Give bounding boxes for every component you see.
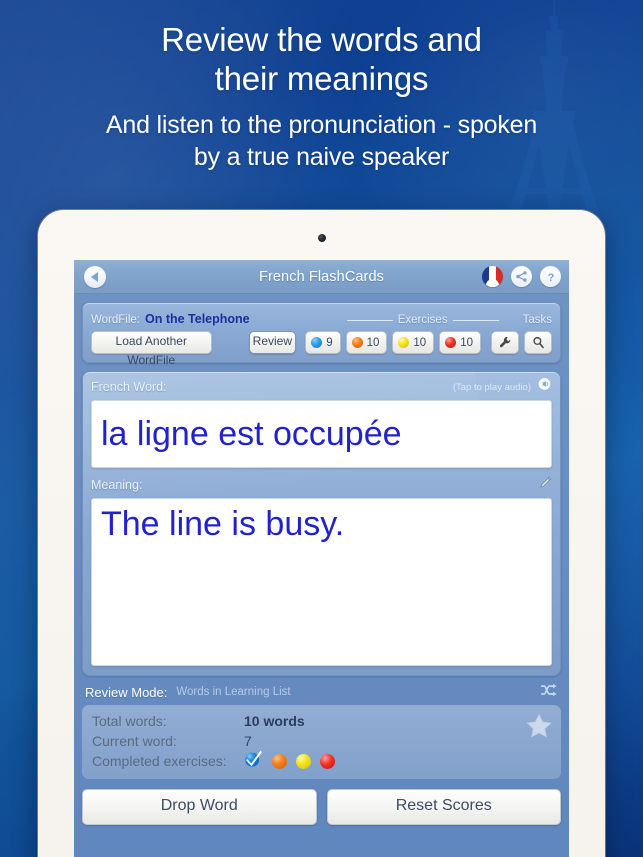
share-icon[interactable] (511, 266, 532, 287)
audio-hint: (Tap to play audio) (452, 381, 531, 393)
exercises-label: Exercises (397, 314, 448, 326)
total-words-row: Total words: 10 words (92, 711, 551, 731)
back-button[interactable] (84, 265, 106, 288)
app-body: WordFile: On the Telephone Exercises Tas… (74, 294, 569, 857)
action-button-row: Drop Word Reset Scores (82, 789, 561, 825)
total-words-value: 10 words (244, 713, 305, 729)
tablet-device: French FlashCards ? WordFile: On the Tel… (38, 210, 605, 857)
help-icon[interactable]: ? (540, 266, 561, 287)
exercise-score-blue[interactable]: 9 (305, 331, 341, 354)
yellow-dot-icon (296, 753, 311, 769)
meaning-field[interactable]: The line is busy. (91, 498, 552, 666)
french-word-field[interactable]: la ligne est occupée (91, 400, 552, 468)
exercise-score-orange[interactable]: 10 (345, 331, 388, 354)
yellow-dot-icon (398, 337, 410, 348)
headline-line-1: Review the words and (161, 21, 482, 58)
meaning-value: The line is busy. (101, 505, 345, 543)
review-mode-header: Review Mode: Words in Learning List (82, 683, 561, 701)
orange-dot-icon (272, 753, 287, 769)
pencil-icon[interactable] (538, 476, 552, 495)
french-word-header: French Word: (Tap to play audio) (91, 377, 552, 397)
current-word-value: 7 (244, 733, 252, 749)
settings-wrench-button[interactable] (491, 331, 519, 354)
headline-line-2: their meanings (214, 60, 429, 97)
divider (346, 319, 393, 321)
blue-dot-icon (311, 337, 323, 348)
exercise-score-yellow[interactable]: 10 (392, 331, 435, 354)
red-dot-icon (445, 337, 457, 348)
completed-exercises-label: Completed exercises: (92, 753, 227, 769)
exercise-score-value: 10 (413, 336, 427, 349)
tasks-label: Tasks (522, 314, 552, 326)
drop-word-button[interactable]: Drop Word (82, 789, 317, 825)
svg-text:?: ? (547, 271, 554, 283)
current-word-row: Current word: 7 (92, 731, 551, 751)
completed-exercises-row: Completed exercises: (92, 750, 551, 772)
stats-panel: Total words: 10 words Current word: 7 Co… (82, 705, 561, 779)
red-dot-icon (320, 753, 335, 769)
exercise-score-value: 10 (366, 336, 380, 349)
wordfile-label: WordFile: (91, 314, 140, 326)
review-mode-section: Review Mode: Words in Learning List Tota… (82, 683, 561, 779)
wordfile-info-row: WordFile: On the Telephone Exercises Tas… (91, 309, 552, 326)
exercise-score-red[interactable]: 10 (439, 331, 481, 354)
completed-exercise-dots (244, 750, 335, 772)
wordfile-section: WordFile: On the Telephone Exercises Tas… (74, 294, 569, 367)
titlebar-actions: ? (482, 266, 561, 287)
flashcard-panel: French Word: (Tap to play audio) la lign… (82, 371, 561, 676)
french-word-value: la ligne est occupée (101, 415, 402, 453)
orange-dot-icon (351, 337, 363, 348)
review-mode-label: Review Mode: (85, 684, 168, 700)
wordfile-panel: WordFile: On the Telephone Exercises Tas… (82, 302, 561, 367)
exercise-score-value: 10 (460, 336, 473, 349)
app-titlebar: French FlashCards ? (74, 260, 569, 294)
subhead-line-2: by a true naive speaker (193, 143, 450, 171)
wordfile-controls-row: Load Another WordFile Review 9 10 10 10 (91, 331, 552, 367)
magnifier-icon (532, 336, 544, 349)
review-button[interactable]: Review (248, 331, 297, 354)
back-arrow-icon (90, 271, 98, 282)
exercises-header: Exercises (346, 314, 499, 326)
front-camera-icon (317, 234, 326, 242)
meaning-label: Meaning: (91, 478, 143, 492)
exercise-score-value: 9 (326, 336, 333, 349)
french-word-label: French Word: (91, 380, 167, 394)
search-button[interactable] (524, 331, 552, 354)
task-button-list (491, 331, 552, 354)
promo-screenshot: Review the words and their meanings And … (0, 0, 643, 857)
exercise-score-list: 9 10 10 10 (305, 331, 481, 354)
review-mode-value[interactable]: Words in Learning List (176, 686, 290, 698)
french-flag-profile-icon[interactable] (482, 266, 503, 287)
current-word-label: Current word: (92, 733, 177, 749)
star-icon[interactable] (526, 713, 552, 743)
blue-check-icon (244, 750, 263, 772)
wordfile-name: On the Telephone (145, 312, 250, 326)
wrench-icon (499, 336, 510, 348)
meaning-header: Meaning: (91, 476, 552, 495)
app-screen: French FlashCards ? WordFile: On the Tel… (74, 260, 569, 857)
total-words-label: Total words: (92, 713, 167, 729)
divider (452, 319, 499, 321)
load-wordfile-button[interactable]: Load Another WordFile (91, 331, 212, 367)
speaker-icon[interactable] (537, 377, 552, 397)
shuffle-icon[interactable] (540, 683, 558, 702)
subhead-line-1: And listen to the pronunciation - spoken (105, 111, 538, 139)
promo-headline: Review the words and their meanings And … (0, 0, 643, 173)
reset-scores-button[interactable]: Reset Scores (326, 789, 561, 825)
